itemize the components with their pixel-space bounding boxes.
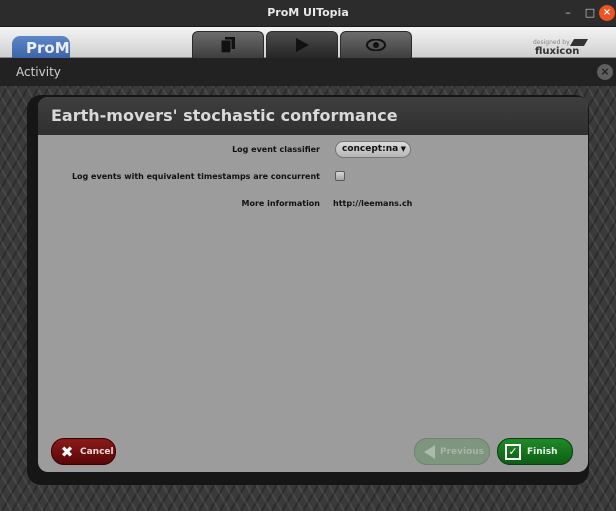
classifier-label: Log event classifier bbox=[232, 145, 320, 154]
finish-label: Finish bbox=[527, 446, 558, 457]
window-title: ProM UITopia bbox=[267, 6, 349, 19]
maximize-button[interactable]: □ bbox=[582, 5, 598, 21]
chevron-down-icon: ▼ bbox=[400, 145, 406, 153]
document-stack-icon bbox=[221, 37, 235, 53]
previous-label: Previous bbox=[440, 446, 485, 457]
previous-button[interactable]: Previous bbox=[414, 438, 490, 465]
close-button[interactable]: × bbox=[599, 5, 615, 21]
cancel-label: Cancel bbox=[80, 446, 114, 457]
minimize-button[interactable]: – bbox=[560, 5, 576, 21]
play-icon bbox=[296, 38, 309, 52]
finish-button[interactable]: ✓ Finish bbox=[497, 438, 573, 465]
tab-actions[interactable] bbox=[266, 31, 338, 58]
window-titlebar: ProM UITopia – □ × bbox=[0, 0, 616, 27]
classifier-select[interactable]: concept:na ▼ bbox=[335, 141, 411, 158]
activity-label: Activity bbox=[16, 65, 61, 79]
dialog-title: Earth-movers' stochastic conformance bbox=[51, 106, 398, 125]
more-info-link[interactable]: http://leemans.ch bbox=[333, 199, 412, 208]
more-info-label: More information bbox=[241, 199, 320, 208]
concurrent-checkbox[interactable] bbox=[335, 171, 345, 181]
activity-bar: Activity bbox=[0, 58, 616, 86]
prom-toolbar: ProM designed byfluxicon bbox=[0, 27, 616, 58]
brand-prefix: designed by bbox=[533, 39, 570, 46]
view-tabs bbox=[192, 31, 414, 58]
dialog-header: Earth-movers' stochastic conformance bbox=[38, 97, 588, 135]
eye-icon bbox=[366, 39, 386, 51]
cancel-x-icon: ✖ bbox=[60, 442, 74, 461]
concurrent-label: Log events with equivalent timestamps ar… bbox=[71, 172, 320, 181]
brand-name: fluxicon bbox=[535, 46, 580, 57]
plugin-dialog: Earth-movers' stochastic conformance Log… bbox=[38, 97, 588, 472]
prom-logo: ProM bbox=[12, 36, 70, 58]
activity-close-icon[interactable]: × bbox=[597, 64, 613, 80]
brand-logo: designed byfluxicon bbox=[533, 39, 616, 57]
fluxicon-logo-icon bbox=[569, 39, 588, 46]
tab-workspace[interactable] bbox=[192, 31, 264, 58]
cancel-button[interactable]: ✖ Cancel bbox=[51, 438, 116, 465]
arrow-left-icon bbox=[424, 444, 435, 459]
classifier-value: concept:na bbox=[342, 144, 399, 154]
checkbox-checked-icon: ✓ bbox=[505, 443, 521, 460]
tab-views[interactable] bbox=[340, 31, 412, 58]
